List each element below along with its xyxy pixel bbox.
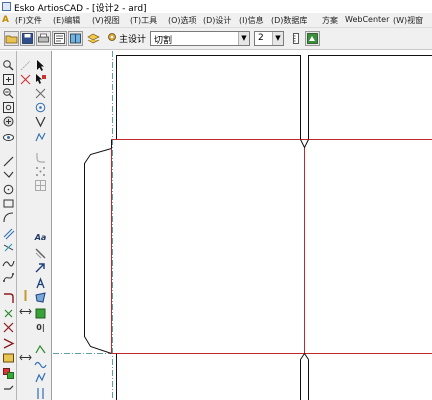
v-tool-icon[interactable]: [34, 115, 47, 128]
panel-icon[interactable]: [34, 307, 47, 320]
menu-view[interactable]: (V)视图: [92, 15, 120, 26]
main-design-label: 主设计: [119, 35, 147, 45]
trim-icon[interactable]: [2, 241, 15, 254]
menu-tools[interactable]: (T)工具: [130, 15, 157, 26]
menu-edit[interactable]: (E)编辑: [53, 15, 80, 26]
offset-icon[interactable]: [2, 227, 15, 240]
text-icon[interactable]: Aa: [34, 231, 47, 244]
pan-icon[interactable]: [2, 115, 15, 128]
tool-palette: Aa 0| 1-2: [0, 51, 52, 400]
menu-database[interactable]: (D)数据库: [271, 15, 307, 26]
chevron-down-icon: ▼: [272, 32, 283, 45]
map-icon[interactable]: [305, 31, 320, 46]
character-icon[interactable]: [34, 277, 47, 290]
curve-icon[interactable]: [2, 257, 15, 270]
chevron-down-icon: ▼: [238, 32, 249, 45]
top-flap-left: [116, 55, 301, 140]
app-icon: [2, 2, 11, 11]
scale-icon[interactable]: [19, 305, 32, 318]
book-icon[interactable]: [68, 31, 83, 46]
title-bar: Esko ArtiosCAD - [设计2 - ard]: [0, 0, 432, 14]
eye-icon[interactable]: [2, 131, 15, 144]
grid-icon[interactable]: [34, 179, 47, 192]
menu-design[interactable]: (D)设计: [203, 15, 231, 26]
artioscad-logo-icon[interactable]: A: [2, 15, 9, 25]
menu-window[interactable]: (W)视窗: [393, 15, 423, 26]
wave-icon[interactable]: [34, 357, 47, 370]
ruler-icon[interactable]: [289, 31, 304, 46]
cross-icon[interactable]: [2, 321, 15, 334]
hook-icon[interactable]: [2, 291, 15, 304]
dots-icon[interactable]: [34, 165, 47, 178]
notch-top-middle: [300, 139, 309, 149]
menu-info[interactable]: (I)信息: [239, 15, 264, 26]
design-canvas[interactable]: [53, 51, 432, 400]
glue-flap: [84, 148, 112, 354]
main-toolbar: 主设计 切割 ▼ 2 ▼: [0, 28, 432, 50]
v-notch-icon[interactable]: [2, 337, 15, 350]
top-flap-right: [308, 55, 432, 140]
pointage-select[interactable]: 2 ▼: [254, 31, 284, 46]
linetype-select[interactable]: 切割 ▼: [150, 31, 250, 46]
properties-icon[interactable]: [52, 31, 67, 46]
kink-icon[interactable]: [34, 371, 47, 384]
select-special-icon[interactable]: [34, 73, 47, 86]
bezier-icon[interactable]: [2, 271, 15, 284]
tool-palette-divider: [16, 51, 17, 400]
arrow-icon[interactable]: [34, 261, 47, 274]
zoom-rect-icon[interactable]: [2, 73, 15, 86]
zoom-out-icon[interactable]: [2, 87, 15, 100]
shape-icon[interactable]: [34, 291, 47, 304]
zoom-in-icon[interactable]: [2, 59, 15, 72]
crease-icon[interactable]: [34, 343, 47, 356]
dimension-icon[interactable]: [2, 307, 15, 320]
layers-icon[interactable]: [86, 31, 101, 46]
fillet-icon[interactable]: [34, 151, 47, 164]
line-icon[interactable]: [2, 155, 15, 168]
notch-bottom-middle: [300, 352, 309, 360]
menu-file[interactable]: (F)文件: [15, 15, 42, 26]
menu-bar: A (F)文件 (E)编辑 (V)视图 (T)工具 (O)选项 (D)设计 (I…: [0, 13, 432, 28]
select-arrow-icon[interactable]: [34, 59, 47, 72]
group-icon[interactable]: [2, 367, 15, 380]
stretch-icon[interactable]: [19, 289, 32, 302]
zoom-fit-icon[interactable]: [2, 101, 15, 114]
menu-options[interactable]: (O)选项: [168, 15, 197, 26]
main-design-gear-icon: [108, 33, 116, 41]
open-icon[interactable]: [4, 31, 19, 46]
polyline-icon[interactable]: [2, 169, 15, 182]
save-icon[interactable]: [20, 31, 35, 46]
chevron-icon[interactable]: [2, 383, 15, 396]
layer-icon[interactable]: [2, 351, 15, 364]
linetype-value: 切割: [154, 36, 173, 46]
circle-target-icon[interactable]: [34, 101, 47, 114]
style-icon[interactable]: [34, 247, 47, 260]
trace-icon[interactable]: [19, 73, 32, 86]
box-design-drawing: [53, 51, 432, 400]
mirror-icon[interactable]: [19, 59, 32, 72]
print-icon[interactable]: [36, 31, 51, 46]
menu-webcenter[interactable]: WebCenter: [345, 15, 389, 24]
pointage-value: 2: [258, 33, 264, 43]
adjust-icon[interactable]: [34, 131, 47, 144]
slot-icon[interactable]: [34, 387, 47, 400]
barcode-icon[interactable]: 0|: [34, 321, 47, 334]
circle-icon[interactable]: [2, 183, 15, 196]
menu-scheme[interactable]: 方案: [322, 15, 338, 26]
rectangle-icon[interactable]: [2, 197, 15, 210]
delete-icon[interactable]: [34, 87, 47, 100]
arc-icon[interactable]: [2, 211, 15, 224]
measure-icon[interactable]: [19, 351, 32, 364]
